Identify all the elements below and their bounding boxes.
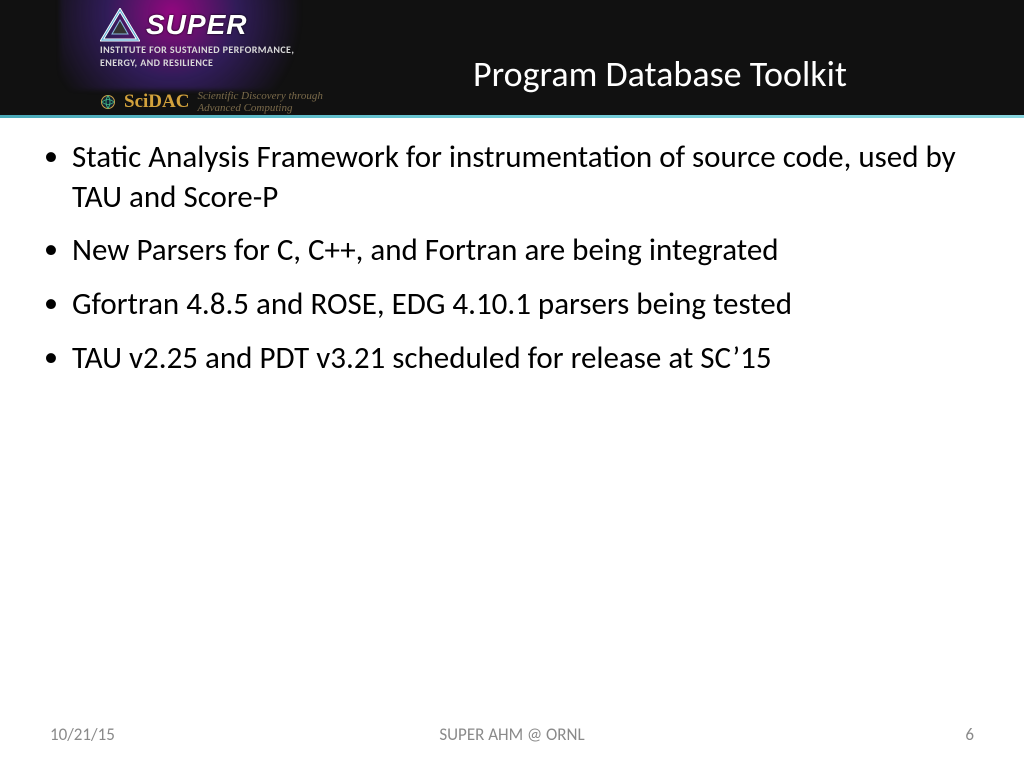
slide-body: Static Analysis Framework for instrument…: [0, 118, 1024, 768]
super-logo-block: SUPER INSTITUTE FOR SUSTAINED PERFORMANC…: [100, 8, 360, 69]
scidac-sub-line2: Advanced Computing: [197, 102, 292, 114]
scidac-sub-line1: Scientific Discovery through: [197, 90, 322, 102]
slide: SUPER INSTITUTE FOR SUSTAINED PERFORMANC…: [0, 0, 1024, 768]
scidac-label: SciDAC: [124, 91, 189, 113]
footer-event: SUPER AHM @ ORNL: [0, 724, 1024, 745]
super-logo-text: SUPER: [146, 9, 247, 41]
scidac-block: SciDAC Scientific Discovery through Adva…: [100, 90, 323, 114]
super-triangle-icon: [100, 8, 140, 42]
footer-page-number: 6: [965, 724, 974, 745]
bullet-item: TAU v2.25 and PDT v3.21 scheduled for re…: [38, 339, 986, 379]
scidac-subtitle: Scientific Discovery through Advanced Co…: [197, 90, 322, 114]
bullet-item: Gfortran 4.8.5 and ROSE, EDG 4.10.1 pars…: [38, 285, 986, 325]
institute-line2: ENERGY, AND RESILIENCE: [100, 56, 213, 69]
bullet-item: New Parsers for C, C++, and Fortran are …: [38, 231, 986, 271]
slide-title: Program Database Toolkit: [350, 52, 970, 96]
institute-tagline: INSTITUTE FOR SUSTAINED PERFORMANCE, ENE…: [100, 44, 360, 69]
header-bar: SUPER INSTITUTE FOR SUSTAINED PERFORMANC…: [0, 0, 1024, 118]
bullet-item: Static Analysis Framework for instrument…: [38, 138, 986, 217]
bullet-list: Static Analysis Framework for instrument…: [38, 138, 986, 378]
super-logo-row: SUPER: [100, 8, 360, 42]
footer: 10/21/15 SUPER AHM @ ORNL 6: [0, 724, 1024, 754]
scidac-globe-icon: [100, 94, 116, 110]
institute-line1: INSTITUTE FOR SUSTAINED PERFORMANCE,: [100, 43, 294, 56]
